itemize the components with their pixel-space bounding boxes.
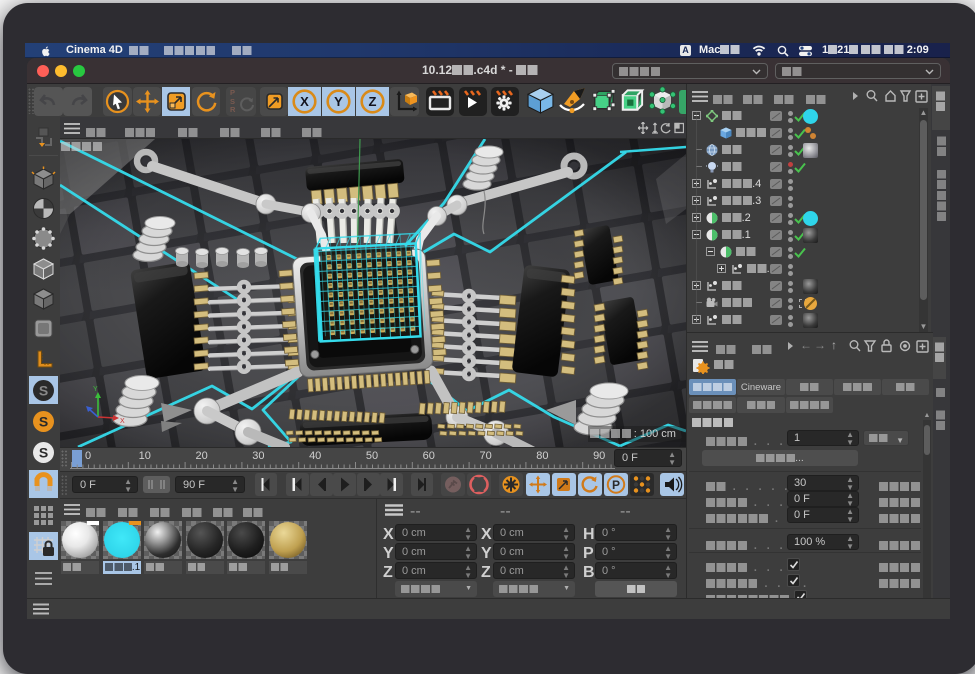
svg-text:Y: Y (93, 386, 98, 393)
svg-text:Z: Z (369, 94, 377, 109)
svg-text:X: X (300, 94, 309, 109)
svg-text:S: S (39, 383, 48, 399)
svg-text:X: X (120, 418, 125, 425)
svg-text:Y: Y (334, 94, 343, 109)
svg-text:S: S (39, 445, 48, 461)
svg-text:S: S (39, 414, 48, 430)
svg-text:P: P (612, 478, 620, 492)
